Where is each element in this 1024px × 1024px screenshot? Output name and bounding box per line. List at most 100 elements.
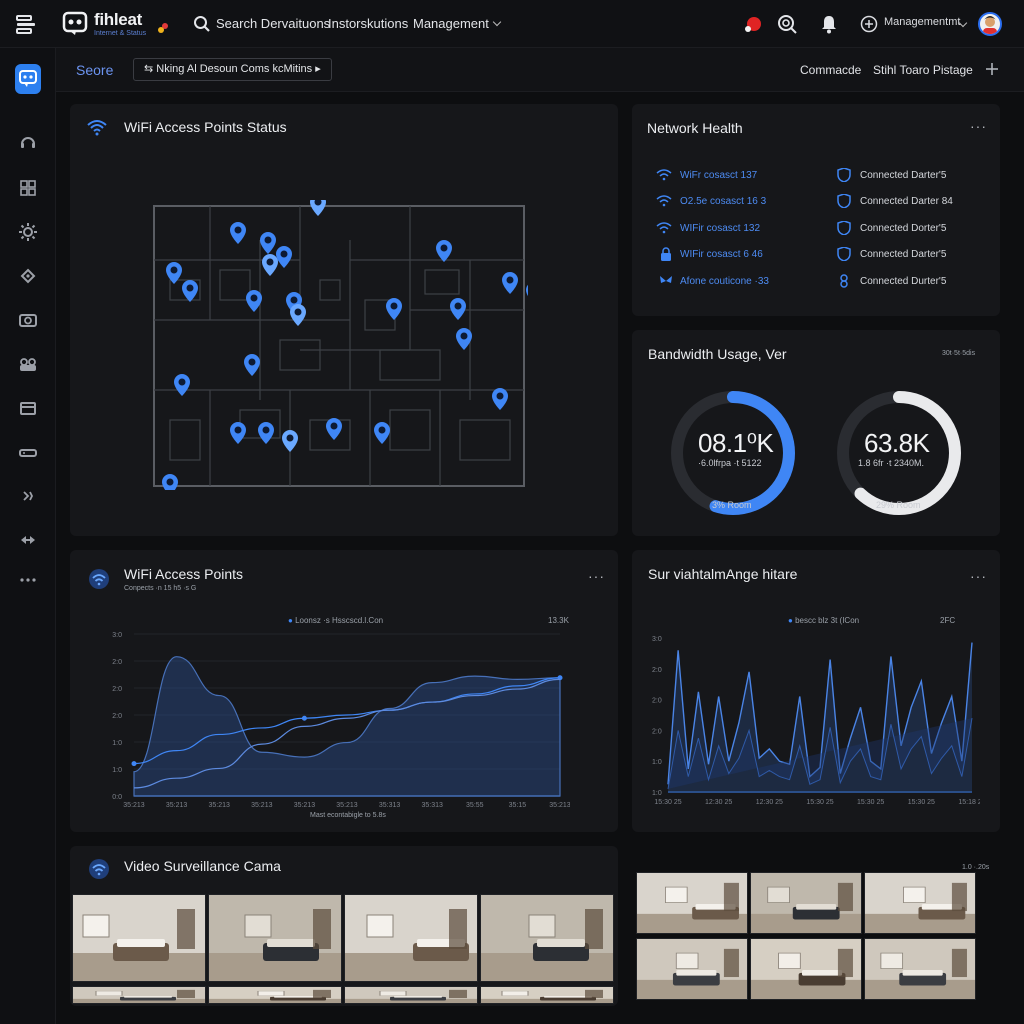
y-tick-label: 3:0	[112, 632, 122, 639]
room-window	[501, 990, 529, 996]
room-image	[481, 895, 613, 981]
camera-icon[interactable]	[18, 310, 38, 330]
room-image	[751, 873, 861, 933]
health-item: WiFr cosasct 137	[680, 170, 758, 181]
x-tick-label: 15:30 25	[857, 799, 884, 806]
target-icon[interactable]	[776, 13, 798, 35]
settings-icon[interactable]	[18, 222, 38, 242]
chart-legend: ● bescc blz 3t (ICon	[788, 616, 859, 625]
brand-logo[interactable]: fihleat Internet & Status	[62, 8, 182, 42]
add-circle-icon	[860, 15, 878, 33]
nav-instructions[interactable]: Instorskutions	[328, 16, 408, 31]
camera-feed[interactable]	[208, 986, 342, 1004]
x-tick-label: 35:313	[421, 802, 443, 809]
camera-feed[interactable]	[480, 894, 614, 982]
camera-feed[interactable]	[750, 938, 862, 1000]
y-tick-label: 2:0	[652, 728, 662, 735]
signal-icon[interactable]	[18, 486, 38, 506]
diamond-icon[interactable]	[18, 266, 38, 286]
gauge-footer: 29% Room	[876, 500, 921, 510]
camera-feed[interactable]	[72, 986, 206, 1004]
folder-icon[interactable]	[18, 398, 38, 418]
headset-icon[interactable]	[18, 132, 38, 152]
room-cabinet	[449, 909, 467, 949]
devices-icon[interactable]	[18, 354, 38, 374]
room-pillows	[537, 939, 585, 947]
camera-feed[interactable]	[480, 986, 614, 1004]
room-window	[257, 990, 285, 996]
room-window	[528, 914, 556, 938]
avatar-face-icon	[983, 16, 997, 34]
room-window	[95, 990, 123, 996]
x-tick-label: 35:213	[549, 802, 570, 809]
breadcrumb[interactable]: ⇆ Nking Al Desoun Coms kcMitins ▸	[133, 58, 332, 81]
butterfly-icon	[660, 276, 672, 283]
shield-icon	[837, 168, 851, 182]
gauge-subtitle: 1.8 6fr ·t 2340M.	[858, 458, 925, 468]
room-pillows	[117, 939, 165, 947]
chart-legend: ● Loonsz ·s Hsscscd.l.Con	[288, 616, 383, 625]
wifi-points-more-icon[interactable]: ···	[588, 568, 605, 584]
data-point	[131, 761, 137, 767]
menu-icon[interactable]	[14, 12, 38, 36]
surveillance-chart[interactable]: 3:0 2:0 2:0 2:0 1:0 1:0 15:30 25 12:30 25 12:30 …	[646, 630, 980, 812]
room-cabinet	[177, 989, 195, 999]
y-tick-label: 1:0	[652, 790, 662, 797]
camera-feed[interactable]	[344, 894, 478, 982]
breadcrumb-label: Nking Al Desoun Coms kcMitins	[156, 63, 313, 75]
camera-feed[interactable]	[72, 894, 206, 982]
x-tick-label: 15:30 25	[908, 799, 935, 806]
camera-feed[interactable]	[750, 872, 862, 934]
room-cabinet	[313, 909, 331, 949]
wifi-status-title: WiFi Access Points Status	[124, 119, 287, 135]
camera-feed[interactable]	[864, 872, 976, 934]
room-cabinet	[313, 989, 331, 999]
camera-feed[interactable]	[344, 986, 478, 1004]
x-tick-label: 35:213	[336, 802, 358, 809]
room-cabinet	[837, 948, 853, 978]
bell-icon[interactable]	[818, 13, 840, 35]
chart-legend-value: 2FC	[940, 616, 956, 625]
app-logo[interactable]	[15, 64, 41, 94]
y-tick-label: 2:0	[112, 713, 122, 720]
room-pillows	[676, 970, 717, 976]
search-icon[interactable]	[193, 15, 211, 33]
router-icon[interactable]	[18, 442, 38, 462]
room-cabinet	[177, 909, 195, 949]
alert-icon[interactable]	[742, 13, 764, 35]
data-point	[301, 715, 307, 721]
more-icon[interactable]	[18, 570, 38, 590]
wifi-points-subtitle: Conpects ·n 15 h5 ·s G	[124, 585, 197, 592]
room-window	[767, 886, 790, 903]
room-image	[209, 987, 341, 1003]
grid-icon[interactable]	[18, 178, 38, 198]
avatar[interactable]	[978, 12, 1002, 36]
room-cabinet	[585, 989, 603, 999]
legend-label: Loonsz ·s Hsscscd.l.Con	[295, 616, 384, 625]
camera-feed[interactable]	[864, 938, 976, 1000]
room-image	[637, 939, 747, 999]
user-menu[interactable]: Managementmt	[860, 12, 970, 36]
room-pillows	[796, 904, 837, 910]
room-image	[73, 987, 205, 1003]
user-name: Managementmt	[884, 16, 961, 28]
room-window	[665, 886, 688, 903]
transfer-icon[interactable]	[18, 530, 38, 550]
room-image	[345, 895, 477, 981]
storage-link[interactable]: Stihl Toaro Pistage	[873, 63, 973, 77]
add-icon[interactable]	[984, 61, 1000, 77]
commands-link[interactable]: Commacde	[800, 63, 861, 77]
nav-management[interactable]: Management	[413, 16, 502, 31]
room-cabinet	[837, 882, 853, 912]
camera-feed[interactable]	[636, 938, 748, 1000]
y-tick-label: 1:0	[112, 740, 122, 747]
camera-feed[interactable]	[208, 894, 342, 982]
wifi-points-chart[interactable]: 3:02:02:02:01:01:00:035:213 35:213 35:213 3…	[90, 628, 570, 810]
floor-plan-map[interactable]	[150, 200, 528, 490]
network-health-more-icon[interactable]: ···	[970, 118, 987, 134]
wifi-icon	[89, 569, 109, 589]
surveillance-more-icon[interactable]: ···	[970, 568, 987, 584]
health-item: Connected Darter'5	[860, 170, 947, 181]
camera-feed[interactable]	[636, 872, 748, 934]
search-input[interactable]: Search Dervaituons	[216, 16, 330, 31]
